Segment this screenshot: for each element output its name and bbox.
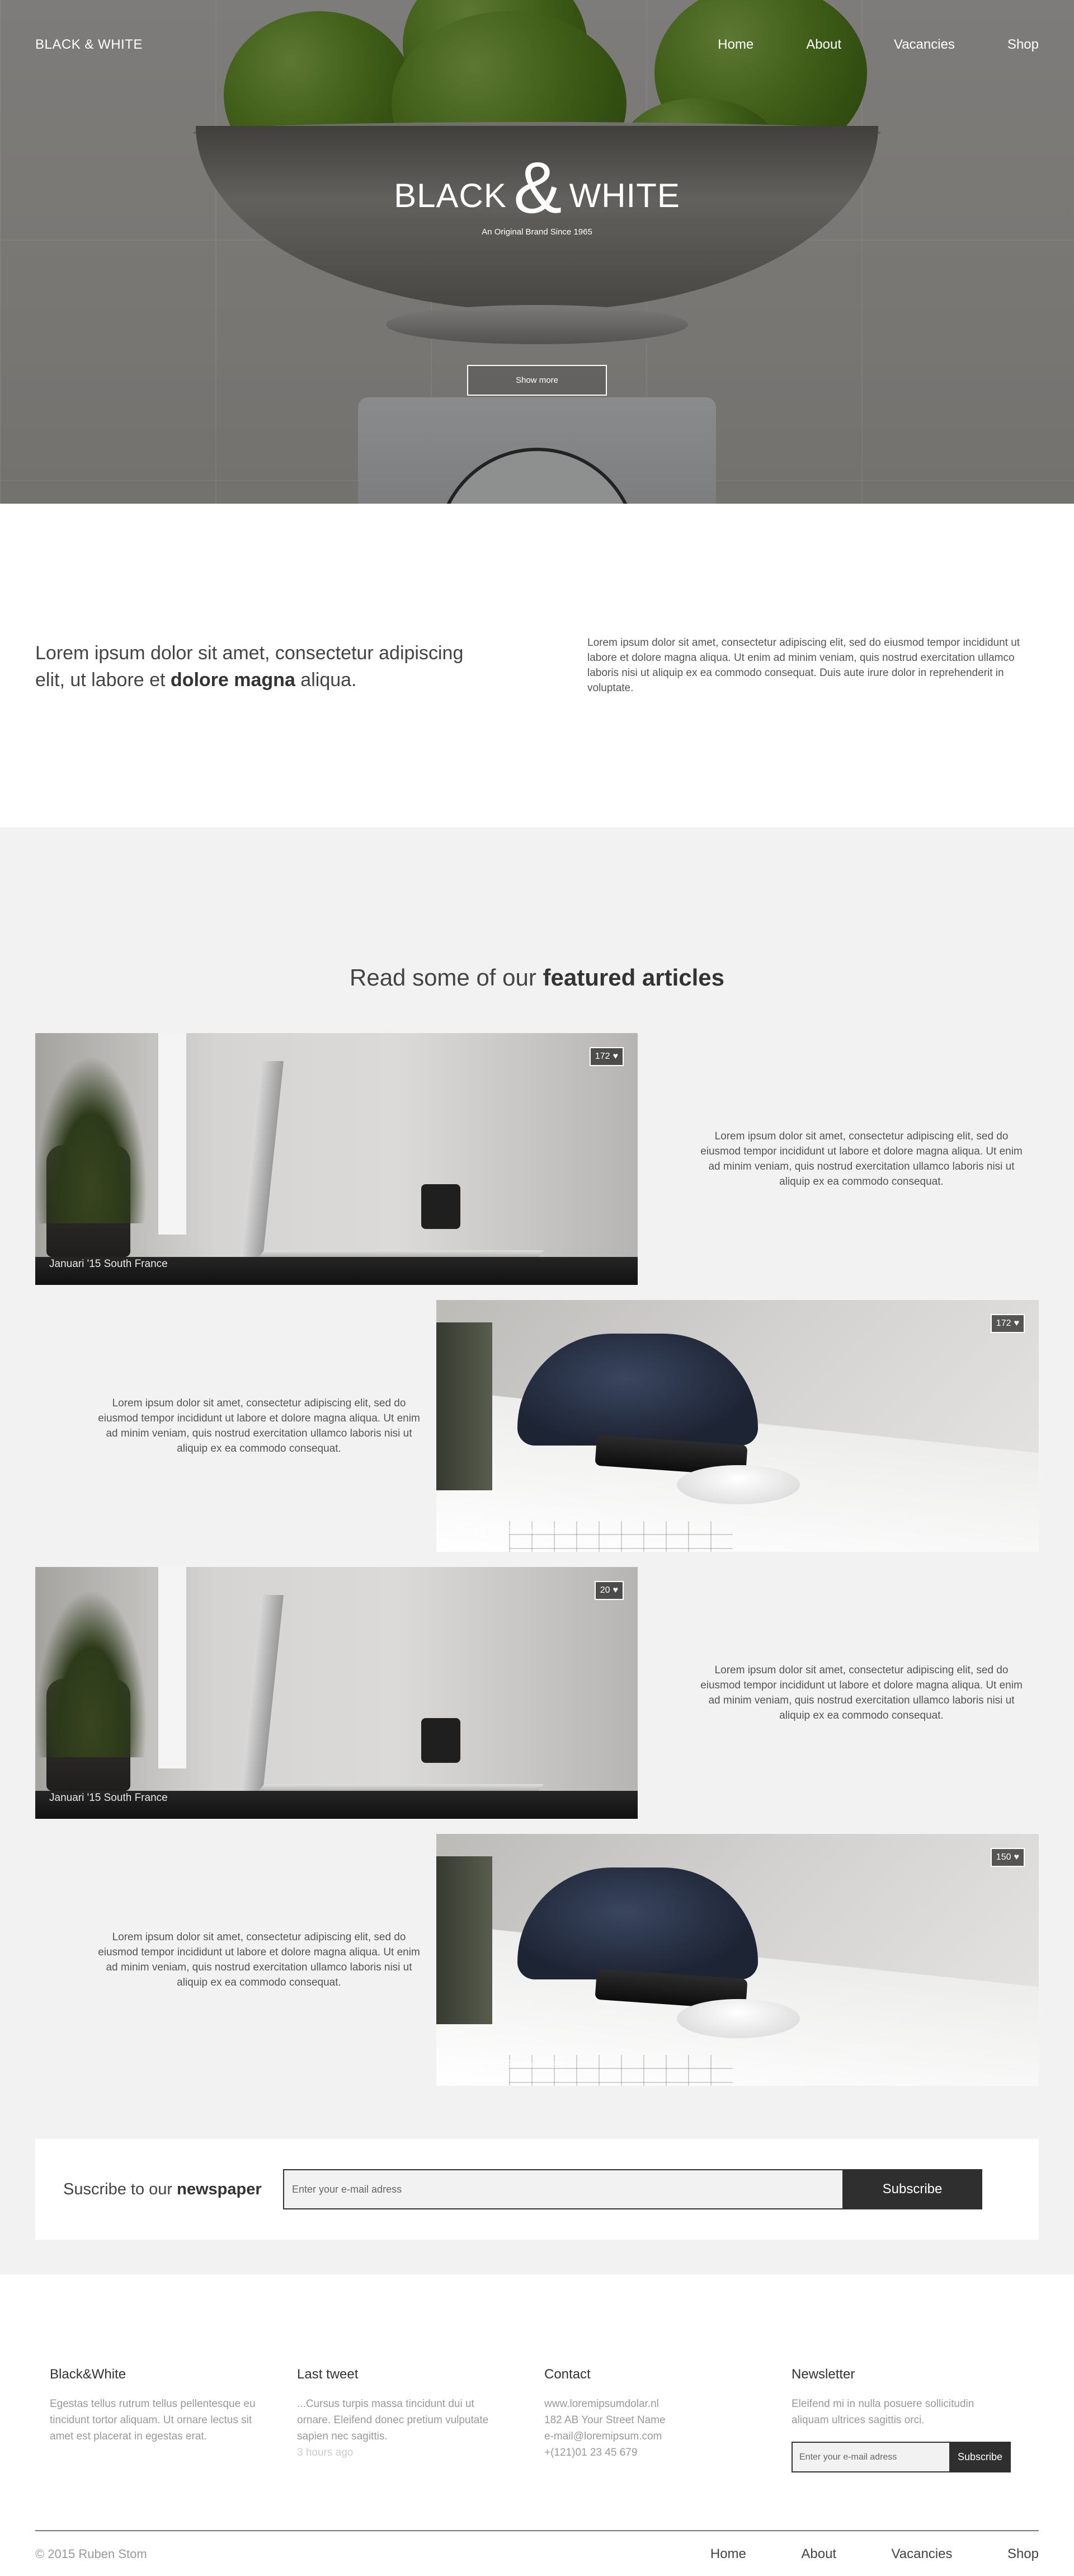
article-card: 172 ♥ Januari '15 South France Lorem ipsu…: [35, 1033, 1039, 1285]
article-photo[interactable]: 150 ♥ Januari '15 South America: [436, 1834, 1039, 2086]
tweet-time: 3 hours ago: [297, 2447, 354, 2458]
featured-title: Read some of our featured articles: [35, 964, 1039, 991]
cap-photo: [436, 1834, 1039, 2086]
footer-shop[interactable]: Shop: [1007, 2546, 1039, 2561]
intro-lead-bold: dolore magna: [170, 669, 295, 691]
footer-home[interactable]: Home: [710, 2546, 746, 2561]
newsletter-band: Suscribe to our newspaper Enter your e-m…: [35, 2139, 1039, 2240]
article-caption: Januari '15 South America: [450, 2059, 574, 2071]
footer-divider: [35, 2530, 1039, 2531]
article-caption: Januari '15 South France: [49, 1792, 168, 1804]
heart-icon: ♥: [613, 1052, 619, 1061]
article-caption: Januari '15 South America: [450, 1525, 574, 1537]
article-text: Lorem ipsum dolor sit amet, consectetur …: [700, 1130, 1023, 1188]
intro-section: Lorem ipsum dolor sit amet, consectetur …: [0, 504, 1074, 827]
heart-icon: ♥: [1014, 1852, 1020, 1862]
intro-lead-end: aliqua.: [295, 669, 357, 691]
intro-lead: Lorem ipsum dolor sit amet, consectetur …: [35, 640, 483, 693]
hero-title-white: WHITE: [569, 177, 680, 214]
footer-contact: Contact www.loremipsumdolar.nl 182 AB Yo…: [544, 2367, 792, 2472]
footer-contact-title: Contact: [544, 2367, 591, 2382]
article-text: Lorem ipsum dolor sit amet, consectetur …: [98, 1397, 420, 1454]
show-more-button[interactable]: Show more: [467, 365, 607, 396]
heart-icon: ♥: [1014, 1319, 1020, 1328]
likes-count: 20: [600, 1585, 610, 1595]
cap-photo: [436, 1300, 1039, 1552]
hero-overlay: [0, 0, 1074, 504]
heart-icon: ♥: [613, 1585, 619, 1595]
newsletter-label: Suscribe to our newspaper: [63, 2180, 283, 2199]
likes-badge[interactable]: 172 ♥: [589, 1047, 624, 1066]
nav-home[interactable]: Home: [718, 37, 753, 53]
footer-newsletter-text: Eleifend mi in nulla posuere sollicitudi…: [792, 2398, 974, 2426]
newsletter-label-text: Suscribe to our: [63, 2180, 177, 2198]
featured-title-text: Read some of our: [350, 964, 543, 991]
newsletter-label-bold: newspaper: [177, 2180, 262, 2198]
likes-badge[interactable]: 172 ♥: [990, 1314, 1025, 1333]
intro-body: Lorem ipsum dolor sit amet, consectetur …: [587, 637, 1020, 694]
article-text: Lorem ipsum dolor sit amet, consectetur …: [98, 1931, 420, 1988]
featured-title-bold: featured articles: [543, 964, 724, 991]
article-text: Lorem ipsum dolor sit amet, consectetur …: [700, 1664, 1023, 1721]
footer-about-text: Egestas tellus rutrum tellus pellentesqu…: [50, 2398, 256, 2442]
hero-title: BLACK& WHITE: [0, 151, 1074, 224]
article-list: 172 ♥ Januari '15 South France Lorem ipsu…: [35, 1033, 1039, 2086]
copyright: © 2015 Ruben Stom: [35, 2547, 147, 2561]
likes-badge[interactable]: 20 ♥: [594, 1581, 624, 1600]
article-photo[interactable]: 172 ♥ Januari '15 South France: [35, 1033, 638, 1285]
article-card: Lorem ipsum dolor sit amet, consectetur …: [35, 1834, 1039, 2086]
hero-heading: BLACK& WHITE An Original Brand Since 1965: [0, 151, 1074, 237]
footer-contact-lines: www.loremipsumdolar.nl 182 AB Your Stree…: [544, 2396, 757, 2461]
tweet-text: ...Cursus turpis massa tincidunt dui ut …: [297, 2398, 489, 2442]
footer-about: Black&White Egestas tellus rutrum tellus…: [50, 2367, 297, 2472]
footer-about-link[interactable]: About: [801, 2546, 836, 2561]
likes-count: 172: [595, 1052, 610, 1061]
laptop-photo: [35, 1033, 638, 1285]
footer-newsletter-form: Enter your e-mail adress Subscribe: [792, 2442, 1039, 2472]
hero-title-ampersand: &: [513, 147, 563, 228]
hero-title-black: BLACK: [394, 177, 507, 214]
subscribe-button[interactable]: Subscribe: [842, 2169, 982, 2209]
footer-email-input[interactable]: Enter your e-mail adress: [792, 2442, 949, 2472]
article-card: 20 ♥ Januari '15 South France Lorem ipsum…: [35, 1567, 1039, 1819]
newsletter-email-input[interactable]: Enter your e-mail adress: [283, 2169, 842, 2209]
featured-section: Read some of our featured articles 172 ♥ …: [0, 827, 1074, 2274]
top-nav: BLACK & WHITE Home About Vacancies Shop: [35, 35, 1039, 55]
footer-tweet-title: Last tweet: [297, 2367, 359, 2382]
footer-tweet: Last tweet ...Cursus turpis massa tincid…: [297, 2367, 544, 2472]
contact-website[interactable]: www.loremipsumdolar.nl: [544, 2398, 659, 2410]
footer-subscribe-button[interactable]: Subscribe: [949, 2442, 1011, 2472]
hero-subtitle: An Original Brand Since 1965: [482, 227, 592, 237]
footer-bottom: © 2015 Ruben Stom Home About Vacancies S…: [35, 2546, 1039, 2562]
footer-newsletter: Newsletter Eleifend mi in nulla posuere …: [792, 2367, 1039, 2472]
contact-address: 182 AB Your Street Name: [544, 2414, 666, 2426]
likes-badge[interactable]: 150 ♥: [990, 1848, 1025, 1867]
nav-vacancies[interactable]: Vacancies: [894, 37, 955, 53]
article-card: Lorem ipsum dolor sit amet, consectetur …: [35, 1300, 1039, 1552]
contact-phone: +(121)01 23 45 679: [544, 2447, 638, 2458]
nav-shop[interactable]: Shop: [1007, 37, 1039, 53]
footer-menu: Home About Vacancies Shop: [658, 2546, 1039, 2562]
hero-section: BLACK & WHITE Home About Vacancies Shop …: [0, 0, 1074, 504]
nav-about[interactable]: About: [806, 37, 841, 53]
footer-vacancies[interactable]: Vacancies: [892, 2546, 953, 2561]
contact-email[interactable]: e-mail@loremipsum.com: [544, 2430, 662, 2442]
footer-tweet-text: ...Cursus turpis massa tincidunt dui ut …: [297, 2396, 510, 2461]
brand-logo[interactable]: BLACK & WHITE: [35, 37, 143, 53]
article-photo[interactable]: 172 ♥ Januari '15 South America: [436, 1300, 1039, 1552]
likes-count: 172: [996, 1319, 1011, 1328]
laptop-photo: [35, 1567, 638, 1819]
footer-columns: Black&White Egestas tellus rutrum tellus…: [50, 2367, 1039, 2472]
article-caption: Januari '15 South France: [49, 1258, 168, 1270]
likes-count: 150: [996, 1852, 1011, 1862]
footer: Black&White Egestas tellus rutrum tellus…: [0, 2274, 1074, 2575]
nav-menu: Home About Vacancies Shop: [665, 37, 1039, 53]
article-photo[interactable]: 20 ♥ Januari '15 South France: [35, 1567, 638, 1819]
footer-about-title: Black&White: [50, 2367, 126, 2382]
footer-newsletter-title: Newsletter: [792, 2367, 855, 2382]
